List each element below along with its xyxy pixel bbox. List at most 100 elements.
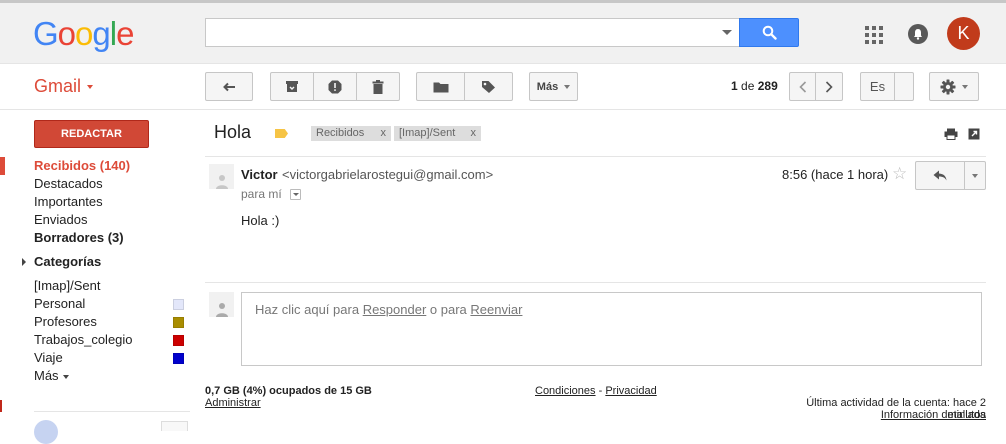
older-button[interactable] bbox=[815, 72, 843, 101]
hangouts-menu[interactable] bbox=[161, 421, 188, 431]
reply-link[interactable]: Responder bbox=[363, 302, 427, 317]
apps-icon[interactable] bbox=[865, 26, 883, 44]
forward-link[interactable]: Reenviar bbox=[470, 302, 522, 317]
important-marker-icon[interactable] bbox=[275, 129, 288, 138]
chevron-down-icon bbox=[87, 85, 94, 90]
compose-button[interactable]: REDACTAR bbox=[34, 120, 149, 148]
sidebar-item-categories[interactable]: Categorías bbox=[34, 253, 101, 271]
search-button[interactable] bbox=[739, 18, 799, 47]
sidebar-label-trabajos-colegio[interactable]: Trabajos_colegio bbox=[34, 331, 133, 349]
top-border bbox=[0, 0, 1006, 3]
privacy-link[interactable]: Privacidad bbox=[605, 385, 656, 397]
person-icon bbox=[215, 303, 228, 317]
notifications-icon[interactable] bbox=[908, 24, 928, 44]
search-box bbox=[205, 18, 740, 47]
logo-letter-o1: o bbox=[57, 15, 76, 52]
toolbar: Gmail Más 1 de 289 Es bbox=[0, 64, 1006, 110]
recipients-summary: para mí bbox=[241, 187, 282, 201]
sidebar-divider bbox=[34, 411, 190, 412]
input-tools-dropdown[interactable] bbox=[894, 72, 914, 101]
back-button[interactable] bbox=[205, 72, 253, 101]
reply-button[interactable] bbox=[915, 161, 965, 190]
move-to-folder-icon bbox=[433, 82, 448, 92]
sidebar-label-profesores[interactable]: Profesores bbox=[34, 313, 97, 331]
thread-label-chip: [Imap]/Sent x bbox=[394, 126, 481, 141]
app-switcher-label: Gmail bbox=[34, 76, 82, 96]
settings-button[interactable] bbox=[929, 72, 979, 101]
message-body: Hola :) bbox=[241, 213, 280, 228]
more-actions-label: Más bbox=[536, 80, 559, 93]
sidebar-item-drafts[interactable]: Borradores (3) bbox=[34, 229, 124, 247]
label-color-swatch[interactable] bbox=[173, 353, 184, 364]
message-divider bbox=[205, 282, 986, 283]
label-color-swatch[interactable] bbox=[173, 317, 184, 328]
star-icon[interactable]: ☆ bbox=[892, 165, 907, 183]
sidebar-item-important[interactable]: Importantes bbox=[34, 193, 103, 211]
chevron-down-icon bbox=[564, 84, 571, 89]
chevron-right-icon bbox=[825, 80, 833, 93]
pager-of: de bbox=[741, 79, 755, 93]
pager-current: 1 bbox=[731, 79, 738, 93]
sidebar-item-inbox[interactable]: Recibidos (140) bbox=[34, 157, 130, 175]
sidebar-item-sent[interactable]: Enviados bbox=[34, 211, 87, 229]
chevron-down-icon bbox=[972, 173, 978, 178]
input-tools-label: Es bbox=[869, 79, 886, 94]
logo-letter-g: G bbox=[33, 15, 59, 52]
top-bar: Google K bbox=[0, 0, 1006, 64]
archive-icon bbox=[286, 81, 298, 92]
newer-button[interactable] bbox=[789, 72, 816, 101]
message-actions-group bbox=[915, 161, 986, 190]
open-in-new-window-icon[interactable] bbox=[968, 128, 980, 140]
message-more-button[interactable] bbox=[964, 161, 986, 190]
chip-label: Recibidos bbox=[316, 127, 365, 139]
more-actions-button[interactable]: Más bbox=[529, 72, 578, 101]
thread-divider bbox=[205, 156, 986, 157]
active-nav-indicator bbox=[0, 157, 5, 175]
organize-button-group bbox=[416, 72, 513, 101]
bell-icon bbox=[914, 29, 922, 40]
sender-email: <victorgabrielarostegui@gmail.com> bbox=[282, 167, 494, 182]
sidebar-label-personal[interactable]: Personal bbox=[34, 295, 85, 313]
move-to-button[interactable] bbox=[416, 72, 465, 101]
person-icon bbox=[215, 175, 228, 189]
reply-box[interactable]: Haz clic aquí para Responder o para Reen… bbox=[241, 292, 982, 366]
chevron-down-icon bbox=[962, 84, 968, 89]
storage-usage: 0,7 GB (4%) ocupados de 15 GB bbox=[205, 385, 372, 397]
report-spam-button[interactable] bbox=[313, 72, 357, 101]
label-color-swatch[interactable] bbox=[173, 299, 184, 310]
labels-button[interactable] bbox=[464, 72, 513, 101]
search-options-caret-icon[interactable] bbox=[722, 30, 732, 35]
show-details-button[interactable] bbox=[290, 189, 301, 200]
terms-link[interactable]: Condiciones bbox=[535, 385, 596, 397]
activity-details-link[interactable]: Información detallada bbox=[767, 409, 986, 421]
settings-gear-icon bbox=[940, 79, 956, 94]
app-switcher[interactable]: Gmail bbox=[34, 76, 94, 97]
delete-button[interactable] bbox=[356, 72, 400, 101]
input-tools-group: Es bbox=[860, 72, 914, 101]
account-avatar[interactable]: K bbox=[947, 17, 980, 50]
label-color-swatch[interactable] bbox=[173, 335, 184, 346]
reply-icon bbox=[933, 170, 947, 181]
sidebar-label-viaje[interactable]: Viaje bbox=[34, 349, 63, 367]
search-input[interactable] bbox=[206, 19, 706, 46]
remove-label-button[interactable]: x bbox=[471, 126, 477, 141]
logo-letter-g2: g bbox=[92, 15, 110, 52]
hangouts-avatar[interactable] bbox=[34, 420, 58, 444]
label-icon bbox=[482, 81, 495, 93]
archive-button[interactable] bbox=[270, 72, 314, 101]
sidebar-more-label: Más bbox=[34, 368, 59, 383]
sender-avatar bbox=[209, 164, 234, 189]
sidebar-label-imap-sent[interactable]: [Imap]/Sent bbox=[34, 277, 100, 295]
input-tools-button[interactable]: Es bbox=[860, 72, 895, 101]
remove-label-button[interactable]: x bbox=[381, 126, 387, 141]
sidebar-more[interactable]: Más bbox=[34, 367, 69, 385]
sidebar-item-starred[interactable]: Destacados bbox=[34, 175, 103, 193]
chevron-down-icon bbox=[292, 193, 299, 196]
print-icon[interactable] bbox=[944, 128, 958, 140]
sender-name[interactable]: Victor bbox=[241, 167, 278, 182]
back-icon bbox=[223, 82, 235, 91]
pager-total: 289 bbox=[757, 79, 778, 93]
categories-expand-icon[interactable] bbox=[22, 258, 26, 266]
manage-storage-link[interactable]: Administrar bbox=[205, 397, 261, 409]
google-logo[interactable]: Google bbox=[33, 14, 134, 54]
